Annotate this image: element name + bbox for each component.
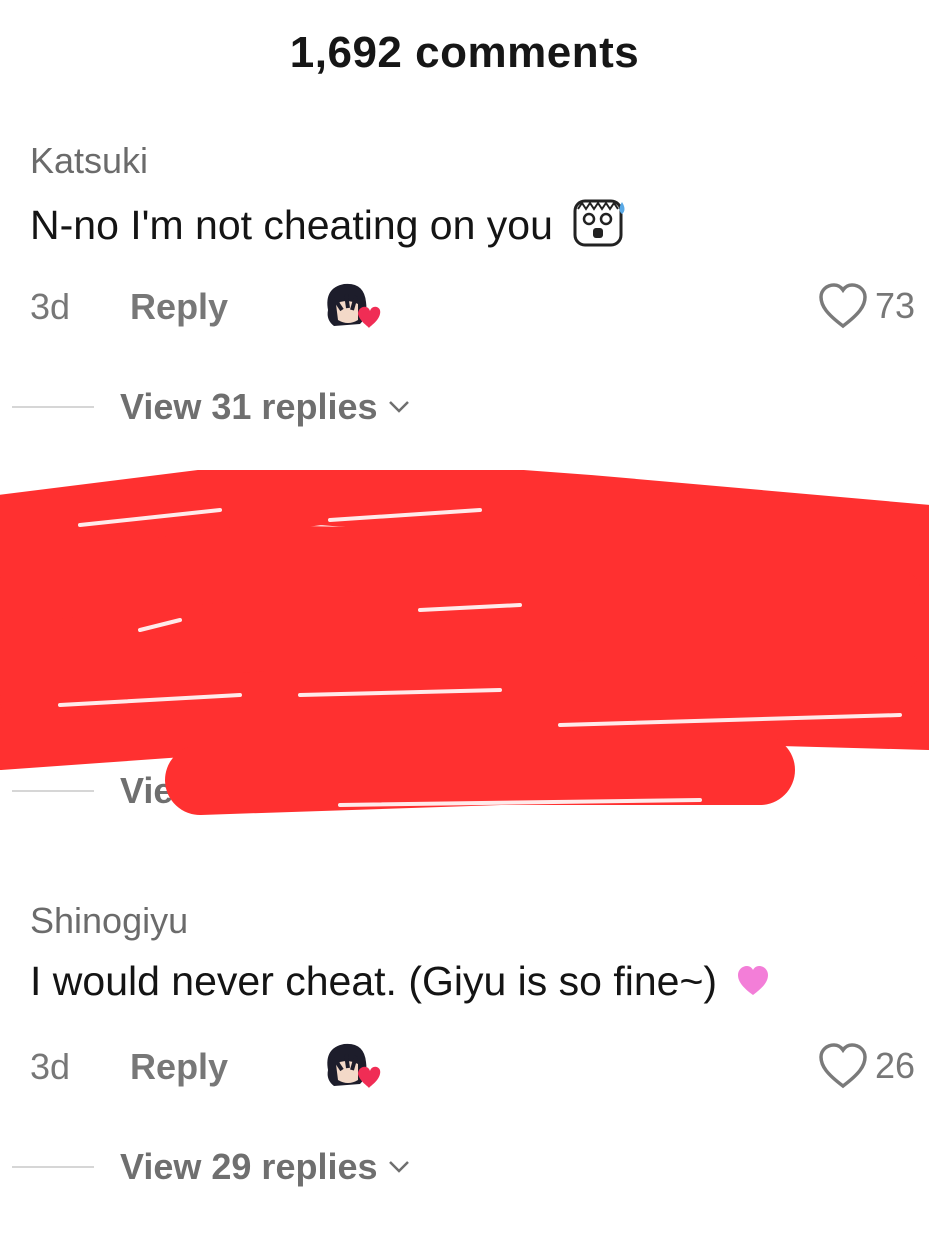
reply-button[interactable]: Reply: [130, 286, 228, 328]
heart-outline-icon: [819, 1043, 867, 1089]
comment-text: I would never cheat. (Giyu is so fine~): [30, 958, 718, 1004]
comment-meta: 3d Reply: [30, 286, 228, 328]
view-replies-button[interactable]: View 31 replies: [0, 386, 410, 428]
like-button[interactable]: 73: [817, 282, 915, 330]
view-replies-label: View 31 replies: [120, 386, 378, 427]
like-count: 26: [874, 1045, 915, 1086]
screaming-face-sticker-icon: [572, 198, 628, 258]
comment-time: 3d: [30, 286, 71, 327]
chevron-down-icon: [388, 401, 409, 413]
creator-liked-avatar-icon: [320, 280, 382, 334]
comment-username[interactable]: Katsuki: [30, 140, 148, 182]
comment-meta: 3d Reply: [30, 1046, 228, 1088]
comments-count-title: 1,692 comments: [289, 28, 640, 77]
divider-line: [12, 1166, 94, 1168]
comment-time: 3d: [30, 1046, 71, 1087]
chevron-down-icon: [388, 1161, 409, 1173]
view-replies-label: View 29 replies: [120, 1146, 378, 1187]
divider-line: [12, 406, 94, 408]
comment-text-row: N-no I'm not cheating on you: [30, 198, 628, 258]
like-count: 73: [874, 285, 915, 326]
pink-heart-icon: [736, 961, 770, 1008]
view-replies-button[interactable]: View 29 replies: [0, 1146, 410, 1188]
creator-liked-avatar-icon: [320, 1040, 382, 1094]
comment-username[interactable]: Shinogiyu: [30, 900, 188, 942]
like-button[interactable]: 26: [817, 1042, 915, 1090]
comment-text: N-no I'm not cheating on you: [30, 201, 553, 248]
reply-button[interactable]: Reply: [130, 1046, 228, 1088]
heart-outline-icon: [819, 283, 867, 329]
red-scribble-redaction: [0, 470, 929, 815]
comment-text-row: I would never cheat. (Giyu is so fine~): [30, 958, 770, 1008]
